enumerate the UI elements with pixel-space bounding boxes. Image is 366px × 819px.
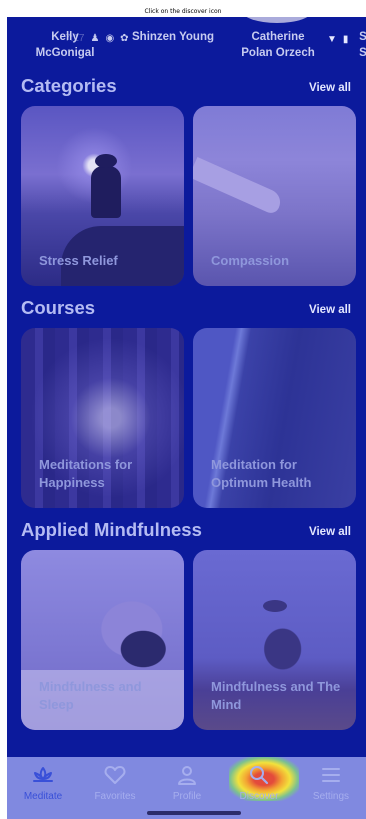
heart-icon [104,766,126,784]
tab-meditate[interactable]: Meditate [7,765,79,802]
wifi-icon: ▼ [327,34,337,45]
search-icon [250,766,269,785]
lotus-icon [33,767,53,782]
tab-label: Discover [239,791,279,802]
card-meditation-for-optimum-health[interactable]: Meditation for Optimum Health [193,328,356,508]
status-icons-right: ▼ ▮ [327,34,348,45]
card-label: Compassion [211,253,290,268]
teacher-last-name: Polan Orzech [241,47,315,59]
section-title-categories: Categories [21,75,117,96]
view-all-courses-link[interactable]: View all [309,304,351,316]
teacher-item-partial[interactable]: S S [357,29,366,61]
status-icons-left: 7:17 ♟ ◉ ✿ [65,33,129,44]
tab-profile[interactable]: Profile [151,765,223,802]
bottom-tab-bar: Meditate Favorites Profile Discover Sett… [7,757,366,819]
status-time: 7:17 [65,33,85,44]
tab-favorites[interactable]: Favorites [79,765,151,802]
tab-label: Meditate [23,791,63,802]
person-silhouette [91,166,121,218]
card-stress-relief[interactable]: Stress Relief [21,106,184,286]
card-mindfulness-and-sleep[interactable]: Mindfulness and Sleep [21,550,184,730]
home-indicator[interactable] [147,811,241,815]
menu-icon [322,768,340,782]
card-label: Mindfulness and The Mind [211,679,341,712]
card-label: Mindfulness and Sleep [39,679,142,712]
person-icon [178,766,196,785]
teacher-avatar[interactable] [241,17,313,23]
view-all-applied-mindfulness-link[interactable]: View all [309,526,351,538]
notification-icon: ◉ [105,33,115,44]
teacher-last-name: McGonigal [35,47,95,59]
teacher-item-catherine-polan-orzech[interactable]: Catherine Polan Orzech [233,29,323,61]
view-all-categories-link[interactable]: View all [309,82,351,94]
tab-label: Settings [312,791,350,802]
hat-silhouette [95,154,117,168]
section-title-courses: Courses [21,297,96,318]
teacher-first-name: S [359,31,366,43]
app-screen: Kelly McGonigal 7:17 ♟ ◉ ✿ Shinzen Young… [7,17,366,819]
teacher-last-name: S [359,47,366,59]
tab-label: Profile [172,791,202,802]
teacher-item-shinzen-young[interactable]: Shinzen Young [125,29,221,45]
snapchat-icon: ♟ [90,33,100,44]
card-label: Meditations for Happiness [39,457,133,490]
task-instruction: Click on the discover icon [144,8,222,15]
teacher-first-name: Catherine [251,31,305,43]
hat-silhouette [263,600,287,612]
teacher-name: Shinzen Young [132,31,214,43]
hand-shape [193,156,285,216]
tab-label: Favorites [94,791,136,802]
card-label: Stress Relief [39,253,118,268]
tab-discover[interactable]: Discover [223,765,295,802]
card-label: Meditation for Optimum Health [211,457,312,490]
card-compassion[interactable]: Compassion [193,106,356,286]
section-title-applied-mindfulness: Applied Mindfulness [21,519,202,540]
card-mindfulness-and-the-mind[interactable]: Mindfulness and The Mind [193,550,356,730]
teacher-strip[interactable]: Kelly McGonigal 7:17 ♟ ◉ ✿ Shinzen Young… [7,17,366,81]
tab-settings[interactable]: Settings [295,765,366,802]
card-meditations-for-happiness[interactable]: Meditations for Happiness [21,328,184,508]
battery-icon: ▮ [342,34,349,45]
